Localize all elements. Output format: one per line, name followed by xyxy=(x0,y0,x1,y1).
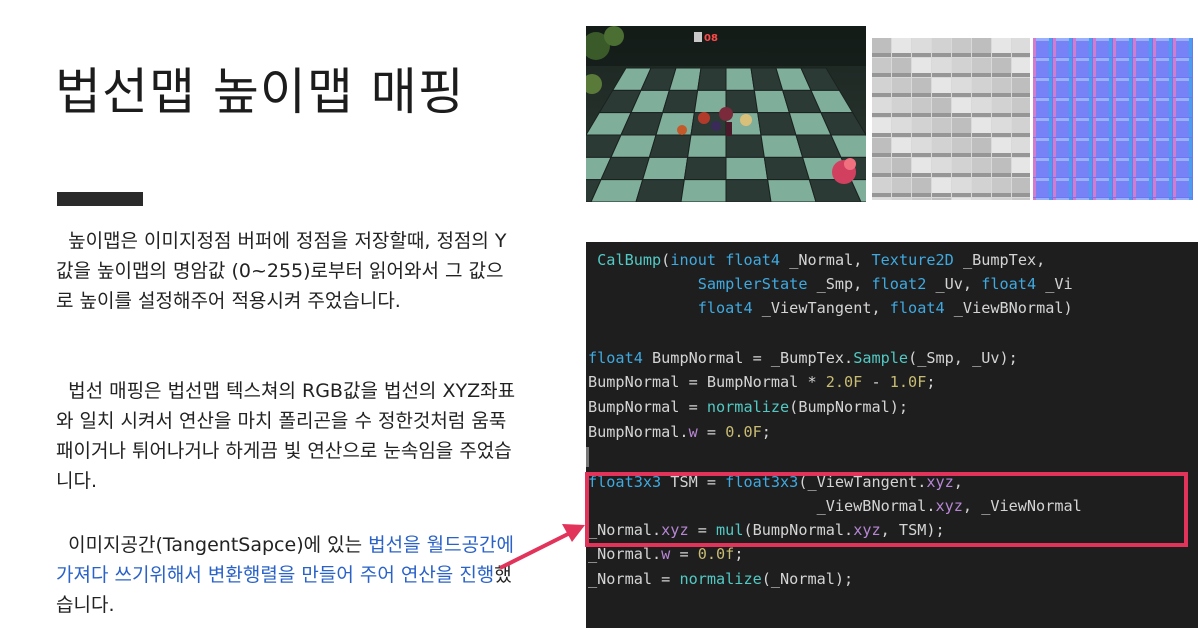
code-line-2: SamplerState _Smp, float2 _Uv, float4 _V… xyxy=(697,275,1073,293)
code-gutter-marker xyxy=(586,447,589,467)
hud-counter: 08 xyxy=(704,33,718,44)
paragraph-prefix: 이미지공간(TangentSapce)에 있는 xyxy=(56,534,369,556)
game-screenshot: 08 xyxy=(586,26,866,202)
code-line-5: float4 BumpNormal = _BumpTex.Sample(_Smp… xyxy=(588,349,1018,367)
code-line-14: _Normal = normalize(_Normal); xyxy=(588,570,854,588)
paragraph-heightmap: 높이맵은 이미지정점 버퍼에 정점을 저장할때, 정점의 Y값을 높이맵의 명암… xyxy=(56,230,507,312)
code-highlight-box xyxy=(585,472,1188,547)
code-line-7: BumpNormal = normalize(BumpNormal); xyxy=(588,398,909,416)
code-editor: CalBump(inout float4 _Normal, Texture2D … xyxy=(586,242,1198,628)
code-line-3: float4 _ViewTangent, float4 _ViewBNormal… xyxy=(697,299,1073,317)
title-underline xyxy=(57,192,143,206)
heightmap-texture-icon xyxy=(872,38,1030,200)
code-line-1: CalBump(inout float4 _Normal, Texture2D … xyxy=(597,251,1046,269)
paragraph-normalmap: 법선 매핑은 법선맵 텍스쳐의 RGB값을 법선의 XYZ좌표와 일치 시켜서 … xyxy=(56,380,516,492)
code-line-6: BumpNormal = BumpNormal * 2.0F - 1.0F; xyxy=(588,373,936,391)
code-line-8: BumpNormal.w = 0.0F; xyxy=(588,423,771,441)
paragraph-tangent-space: 이미지공간(TangentSapce)에 있는 법선을 월드공간에 가져다 쓰기… xyxy=(56,530,516,620)
slide-title: 법선맵 높이맵 매핑 xyxy=(55,63,465,121)
normalmap-texture-icon xyxy=(1033,38,1193,200)
